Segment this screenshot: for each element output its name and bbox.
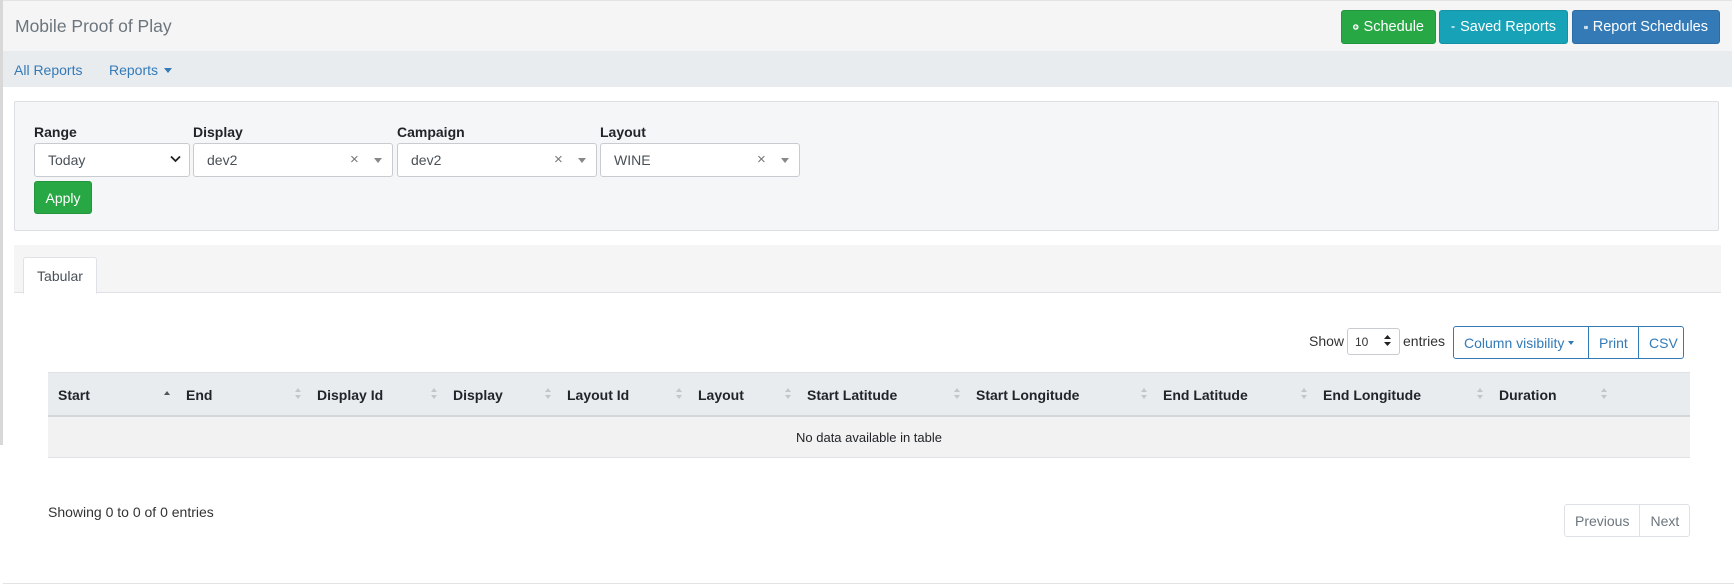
nav-reports-dropdown[interactable]: Reports xyxy=(109,62,173,78)
column-header-end-longitude[interactable]: End Longitude xyxy=(1313,373,1489,416)
column-header-end-latitude[interactable]: End Latitude xyxy=(1153,373,1313,416)
column-header-display-id[interactable]: Display Id xyxy=(307,373,443,416)
sort-icon xyxy=(954,388,960,400)
column-header-label: Start Longitude xyxy=(976,386,1080,403)
column-header-layout[interactable]: Layout xyxy=(688,373,797,416)
range-select[interactable]: Today xyxy=(34,143,190,177)
campaign-select[interactable]: dev2 × xyxy=(397,143,597,177)
filter-panel: Range Display Campaign Layout Today dev2… xyxy=(14,101,1719,231)
page: Mobile Proof of Play Schedule Saved Repo… xyxy=(3,0,1734,586)
print-button[interactable]: Print xyxy=(1588,326,1639,359)
page-header: Mobile Proof of Play Schedule Saved Repo… xyxy=(3,0,1732,51)
schedule-label: Schedule xyxy=(1363,19,1424,35)
empty-table-row: No data available in table xyxy=(48,417,1690,458)
column-visibility-label: Column visibility xyxy=(1464,334,1565,351)
clear-layout-icon[interactable]: × xyxy=(757,151,766,168)
tab-tabular[interactable]: Tabular xyxy=(23,257,97,294)
show-label: Show xyxy=(1309,333,1345,349)
column-header-end[interactable]: End xyxy=(176,373,307,416)
eye-icon xyxy=(1451,25,1455,29)
caret-down-icon xyxy=(164,67,173,73)
table-info: Showing 0 to 0 of 0 entries xyxy=(48,504,214,520)
column-header-display[interactable]: Display xyxy=(443,373,557,416)
nav-all-reports[interactable]: All Reports xyxy=(14,62,82,78)
range-value: Today xyxy=(48,152,86,168)
report-table: Start End Display Id Display Layout Id Layout… xyxy=(48,372,1690,458)
up-down-arrows-icon xyxy=(1384,335,1391,346)
page-length-value: 10 xyxy=(1355,335,1369,349)
column-header-label: End xyxy=(186,386,213,403)
display-value: dev2 xyxy=(207,152,238,168)
column-header-start-longitude[interactable]: Start Longitude xyxy=(966,373,1153,416)
table-header: Start End Display Id Display Layout Id Layout… xyxy=(48,372,1690,417)
sort-icon xyxy=(164,391,170,403)
sort-icon xyxy=(676,388,682,400)
column-header-layout-id[interactable]: Layout Id xyxy=(557,373,688,416)
sort-icon xyxy=(1301,388,1307,400)
column-header-label: Duration xyxy=(1499,386,1557,403)
next-page-button[interactable]: Next xyxy=(1639,504,1691,537)
column-header-label: End Longitude xyxy=(1323,386,1421,403)
sort-icon xyxy=(1141,388,1147,400)
layout-select[interactable]: WINE × xyxy=(600,143,800,177)
clear-display-icon[interactable]: × xyxy=(350,151,359,168)
apply-button[interactable]: Apply xyxy=(34,181,92,214)
csv-button[interactable]: CSV xyxy=(1638,326,1684,359)
column-header-start-latitude[interactable]: Start Latitude xyxy=(797,373,966,416)
display-label: Display xyxy=(193,124,243,140)
dropdown-arrow-icon xyxy=(374,158,382,163)
plus-circle-icon xyxy=(1353,24,1359,30)
empty-table-message: No data available in table xyxy=(796,429,942,445)
list-icon xyxy=(1584,25,1588,29)
caret-down-icon xyxy=(1568,340,1575,345)
column-header-label: Layout Id xyxy=(567,386,630,403)
dropdown-arrow-icon xyxy=(781,158,789,163)
previous-page-button[interactable]: Previous xyxy=(1564,504,1641,537)
table-export-buttons: Column visibility Print CSV xyxy=(1453,326,1684,359)
saved-reports-label: Saved Reports xyxy=(1460,19,1556,35)
sort-icon xyxy=(545,388,551,400)
sort-icon xyxy=(431,388,437,400)
page-title: Mobile Proof of Play xyxy=(15,16,172,36)
column-header-start[interactable]: Start xyxy=(48,373,176,416)
column-header-label: Display xyxy=(453,386,503,403)
tabs-bar: Tabular xyxy=(14,245,1721,294)
layout-label: Layout xyxy=(600,124,646,140)
display-select[interactable]: dev2 × xyxy=(193,143,393,177)
range-label: Range xyxy=(34,124,77,140)
column-header-label: End Latitude xyxy=(1163,386,1248,403)
layout-value: WINE xyxy=(614,152,651,168)
bottom-divider xyxy=(3,583,1734,584)
column-header-duration[interactable]: Duration xyxy=(1489,373,1613,416)
campaign-label: Campaign xyxy=(397,124,465,140)
column-header-label: Start Latitude xyxy=(807,386,898,403)
clear-campaign-icon[interactable]: × xyxy=(554,151,563,168)
column-visibility-button[interactable]: Column visibility xyxy=(1453,326,1589,359)
column-header-label: Layout xyxy=(698,386,744,403)
page-length-select[interactable]: 10 xyxy=(1347,328,1400,355)
sort-icon xyxy=(295,388,301,400)
dropdown-arrow-icon xyxy=(578,158,586,163)
report-schedules-label: Report Schedules xyxy=(1592,19,1708,35)
column-header-label: Display Id xyxy=(317,386,384,403)
sort-icon xyxy=(1477,388,1483,400)
pagination: Previous Next xyxy=(1564,504,1691,537)
column-header-label: Start xyxy=(58,386,90,403)
chevron-down-icon xyxy=(170,155,181,163)
saved-reports-button[interactable]: Saved Reports xyxy=(1439,10,1568,44)
campaign-value: dev2 xyxy=(411,152,442,168)
nav-reports-label: Reports xyxy=(109,62,159,78)
secondary-nav: All Reports Reports xyxy=(3,51,1732,87)
sort-icon xyxy=(1601,388,1607,400)
report-schedules-button[interactable]: Report Schedules xyxy=(1572,10,1720,44)
sort-icon xyxy=(785,388,791,400)
entries-label: entries xyxy=(1403,333,1446,349)
schedule-button[interactable]: Schedule xyxy=(1341,10,1436,44)
